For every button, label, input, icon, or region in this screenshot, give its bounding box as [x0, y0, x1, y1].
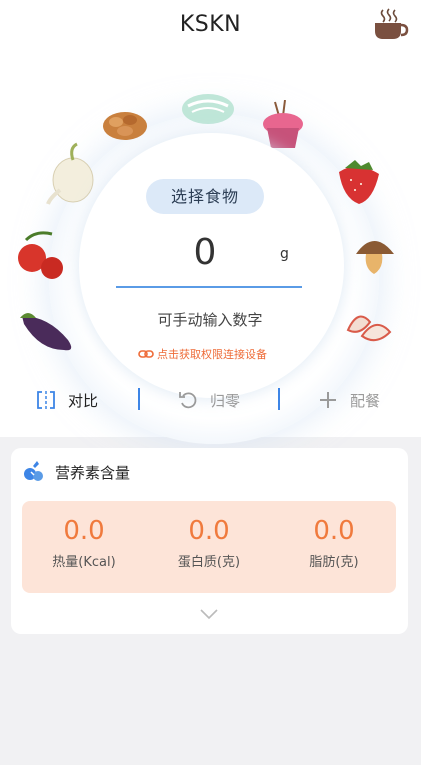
action-divider: [278, 388, 280, 410]
app-title: KSKN: [179, 12, 242, 37]
action-divider: [138, 388, 140, 410]
connect-device-label: 点击获取权限连接设备: [157, 348, 267, 361]
apple-slices-icon: [346, 315, 392, 342]
weight-unit: g: [280, 246, 289, 262]
nutrition-title: 营养素含量: [55, 463, 131, 482]
tomato-icon: [18, 231, 63, 279]
fat-label: 脂肪(克): [309, 555, 359, 570]
compare-icon: [36, 390, 56, 410]
connect-device-link[interactable]: 点击获取权限连接设备: [138, 346, 267, 362]
calories-label: 热量(Kcal): [52, 555, 116, 570]
manual-input-hint: 可手动输入数字: [157, 311, 263, 329]
nuts-icon: [103, 112, 147, 140]
plus-icon: [318, 390, 338, 410]
coffee-cup-icon[interactable]: [371, 6, 409, 44]
add-meal-label: 配餐: [350, 391, 381, 410]
nutrition-icon: [24, 461, 43, 481]
reset-button[interactable]: 归零: [178, 380, 240, 420]
select-food-button[interactable]: 选择食物: [146, 179, 264, 214]
action-bar: 对比 归零 配餐: [0, 380, 421, 420]
strawberry-icon: [339, 160, 379, 204]
fat-stat: 0.0 脂肪(克): [272, 515, 396, 570]
reset-icon: [178, 390, 198, 410]
nutrition-card: 营养素含量 0.0 热量(Kcal) 0.0 蛋白质(克) 0.0 脂肪(克): [11, 448, 408, 634]
fat-value: 0.0: [313, 516, 355, 546]
link-icon: [138, 350, 154, 358]
onion-icon: [46, 142, 94, 205]
chevron-down-icon[interactable]: [199, 608, 219, 620]
weight-input-underline: [116, 286, 302, 288]
weight-value-input[interactable]: 0: [150, 232, 260, 282]
eggplant-icon: [20, 313, 72, 351]
nutrition-values-panel: 0.0 热量(Kcal) 0.0 蛋白质(克) 0.0 脂肪(克): [22, 501, 396, 593]
mushroom-icon: [356, 241, 394, 274]
add-meal-button[interactable]: 配餐: [318, 380, 380, 420]
macaron-icon: [182, 94, 234, 124]
protein-label: 蛋白质(克): [177, 555, 241, 570]
compare-button[interactable]: 对比: [36, 380, 98, 420]
calories-stat: 0.0 热量(Kcal): [22, 515, 146, 570]
reset-label: 归零: [210, 391, 241, 410]
protein-stat: 0.0 蛋白质(克): [147, 515, 271, 570]
protein-value: 0.0: [188, 516, 230, 546]
calories-value: 0.0: [63, 516, 105, 546]
compare-label: 对比: [68, 391, 99, 410]
nutrition-header: 营养素含量: [21, 460, 130, 484]
